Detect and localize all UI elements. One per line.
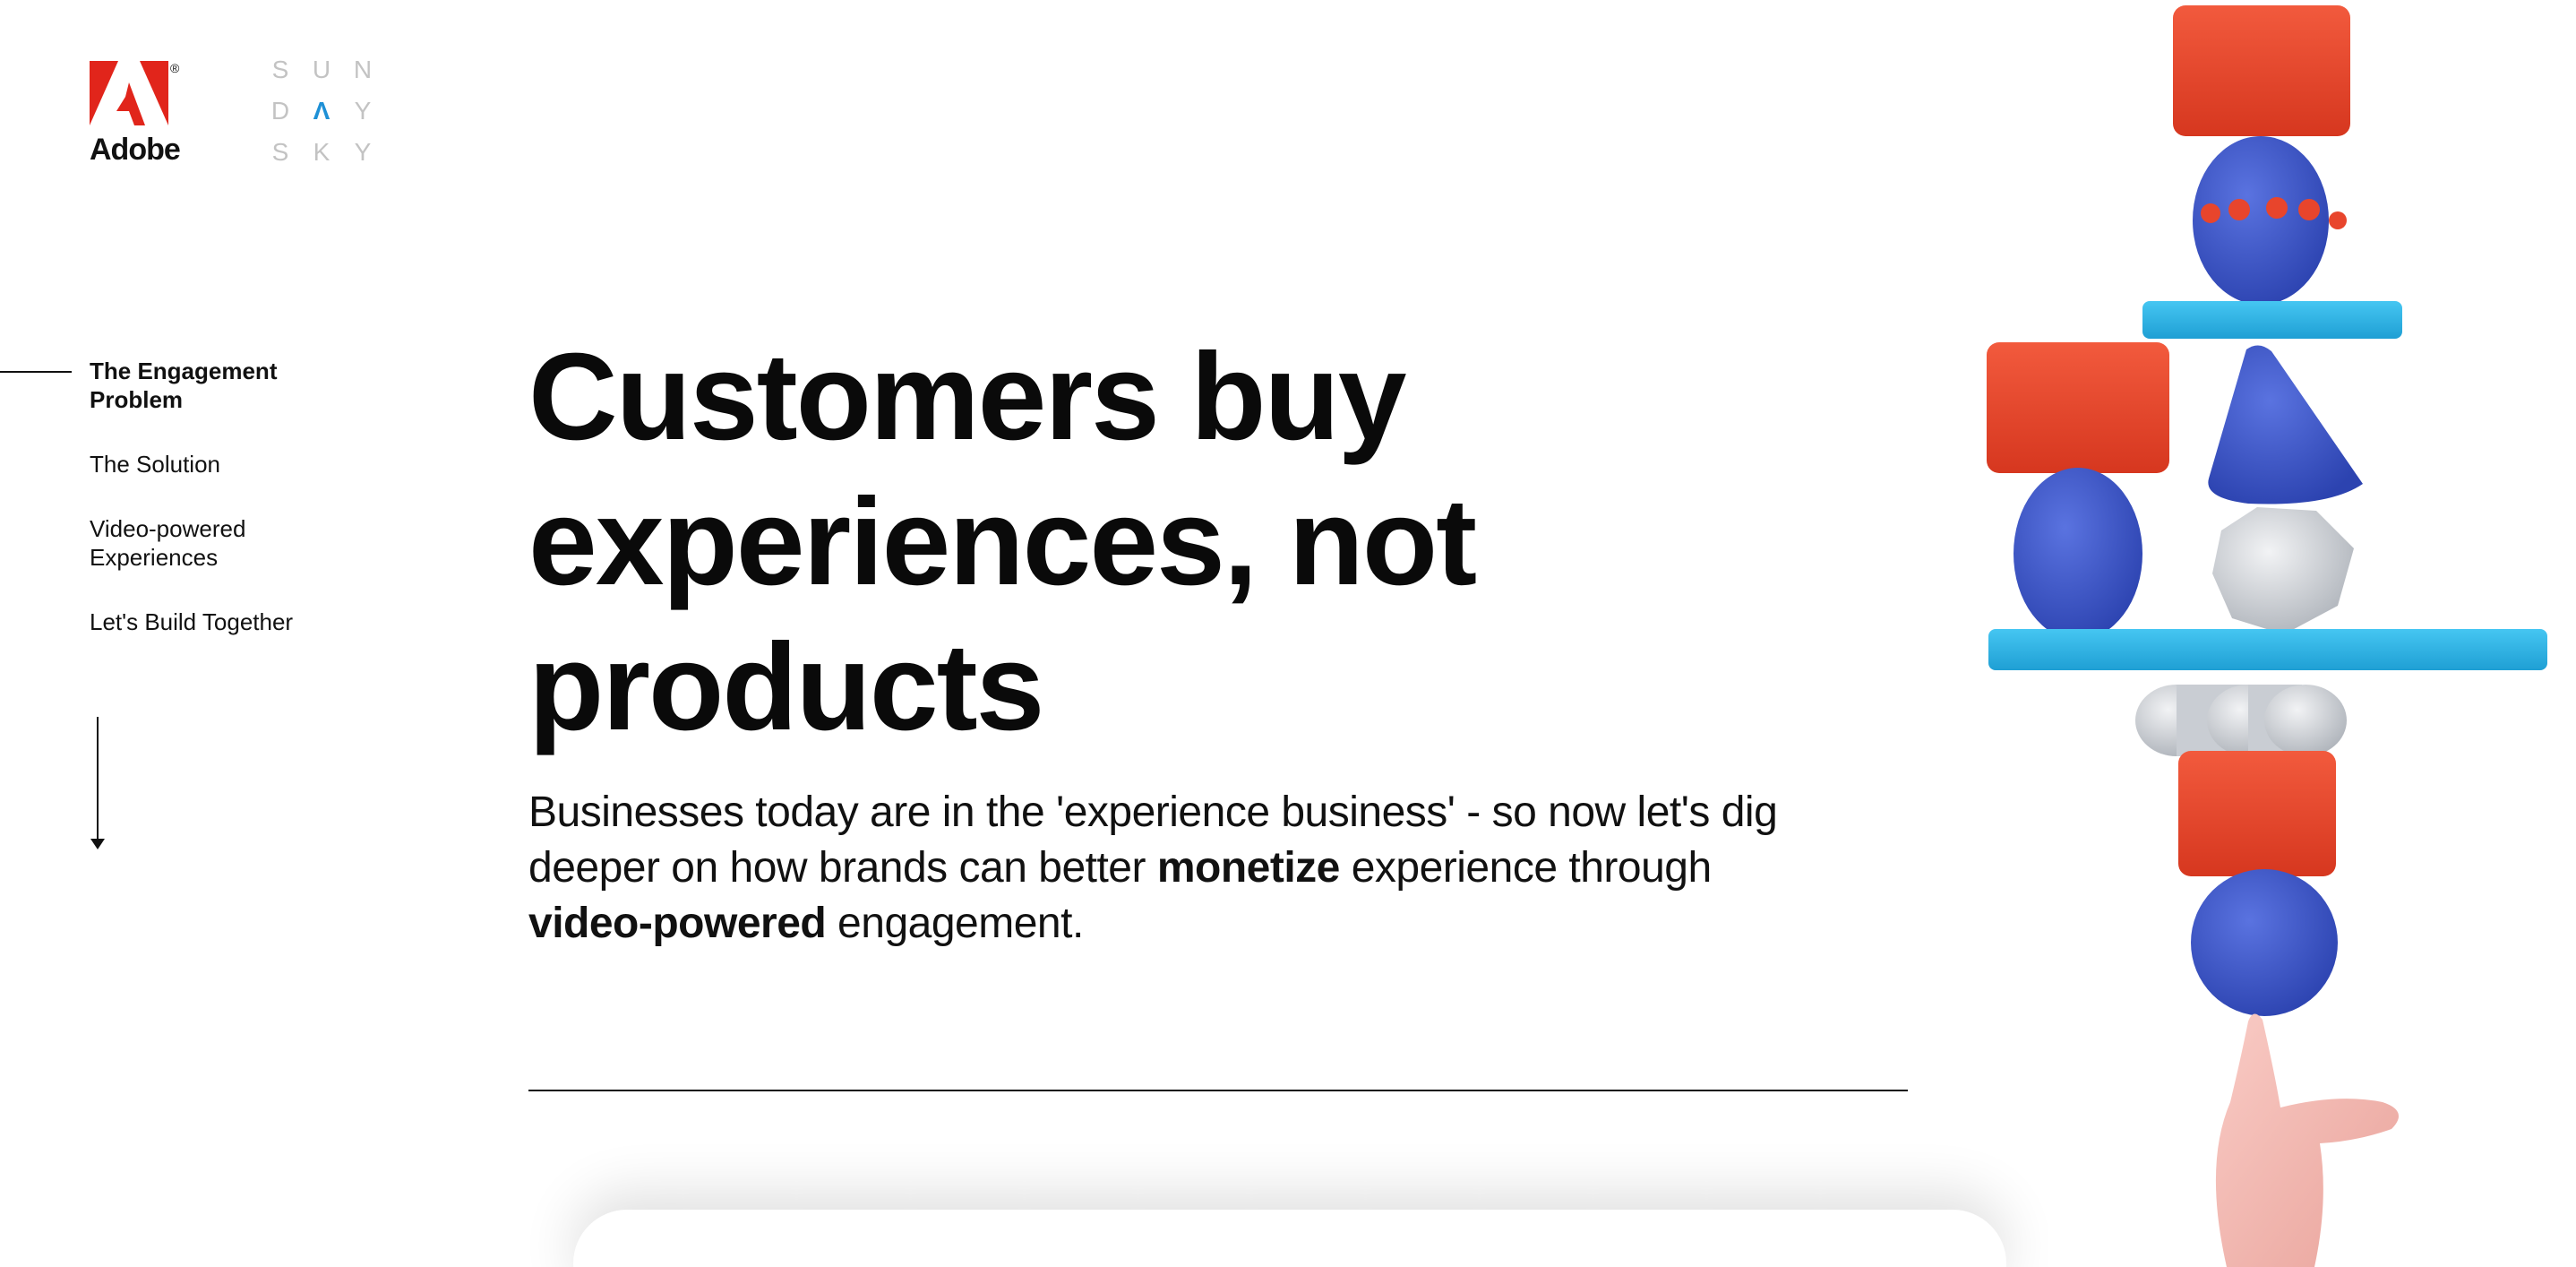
section-nav: The Engagement Problem The Solution Vide… [90,357,358,672]
next-section-card-edge [573,1210,2006,1267]
nav-item-video-powered-experiences[interactable]: Video-powered Experiences [90,514,322,572]
nav-active-indicator [0,371,72,373]
hero-headline: Customers buy experiences, not products [528,324,1693,760]
headline-line: products [528,618,1044,756]
adobe-logo-icon [90,61,168,125]
hero-description: Businesses today are in the 'experience … [528,785,1818,952]
description-text: engagement. [826,900,1084,947]
description-bold-video-powered: video-powered [528,900,827,947]
nav-item-lets-build-together[interactable]: Let's Build Together [90,608,322,636]
headline-line: experiences, not [528,473,1477,611]
landing-page: ® Adobe S U N D Λ Y S K Y The Engagement… [0,0,2576,1267]
sundaysky-letter: U [312,56,331,83]
sundaysky-letter-accent: Λ [313,97,331,125]
description-bold-monetize: monetize [1156,844,1341,892]
adobe-wordmark: Adobe [90,133,181,167]
description-text: experience through [1339,844,1712,892]
headline-line: Customers buy [528,328,1407,466]
sundaysky-letter: S [271,138,289,166]
sundaysky-letter: Y [354,138,372,166]
nav-item-solution[interactable]: The Solution [90,450,322,478]
adobe-logo[interactable]: ® Adobe [90,61,188,168]
sundaysky-letter: K [313,138,331,166]
nav-item-engagement-problem[interactable]: The Engagement Problem [90,357,322,414]
sundaysky-letter: Y [354,97,372,125]
arrow-down-icon[interactable] [90,717,106,851]
sundaysky-letter: N [353,56,373,83]
sundaysky-logo[interactable]: S U N D Λ Y S K Y [260,56,383,179]
registered-mark: ® [170,61,180,75]
section-divider [528,1090,1908,1091]
sundaysky-letter: S [271,56,289,83]
sundaysky-letter: D [270,97,290,125]
balancing-blocks-illustration [1987,5,2547,1267]
